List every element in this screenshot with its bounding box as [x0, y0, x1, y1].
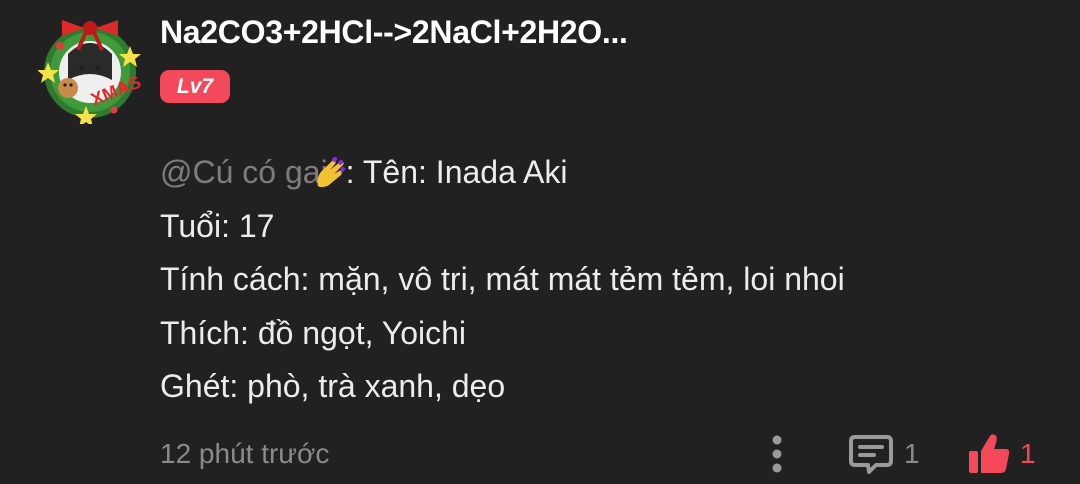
comment-line: Thích: đồ ngọt, Yoichi	[160, 314, 466, 351]
comment-body: @Cú có gai : Tên: Inada Aki Tuổi: 17 Tín…	[160, 146, 845, 414]
mention-link[interactable]: @Cú có gai	[160, 154, 328, 190]
author-name[interactable]: Na2CO3+2HCl-->2NaCl+2H2O...	[160, 14, 628, 51]
comment-footer: 12 phút trước 1 1	[0, 430, 1080, 480]
author-avatar[interactable]: XMAS	[37, 10, 144, 127]
comment-line-text: : Tên: Inada Aki	[345, 154, 568, 190]
comment-line: @Cú có gai : Tên: Inada Aki	[160, 146, 845, 200]
christmas-wreath-avatar-icon: XMAS	[37, 20, 144, 127]
comment-icon	[849, 435, 893, 474]
reply-count: 1	[904, 438, 920, 469]
like-count: 1	[1020, 438, 1036, 469]
level-badge: Lv7	[160, 70, 230, 103]
comment-line: Ghét: phò, trà xanh, dẹo	[160, 368, 506, 404]
comment-timestamp: 12 phút trước	[160, 438, 330, 469]
comment-line: Tính cách: mặn, vô tri, mát mát tẻm tẻm,…	[160, 261, 845, 297]
nail-polish-emoji-icon	[314, 151, 346, 188]
thumbs-up-icon	[969, 434, 1010, 473]
more-vertical-icon[interactable]	[766, 432, 788, 476]
comment-line: Tuổi: 17	[160, 207, 275, 244]
